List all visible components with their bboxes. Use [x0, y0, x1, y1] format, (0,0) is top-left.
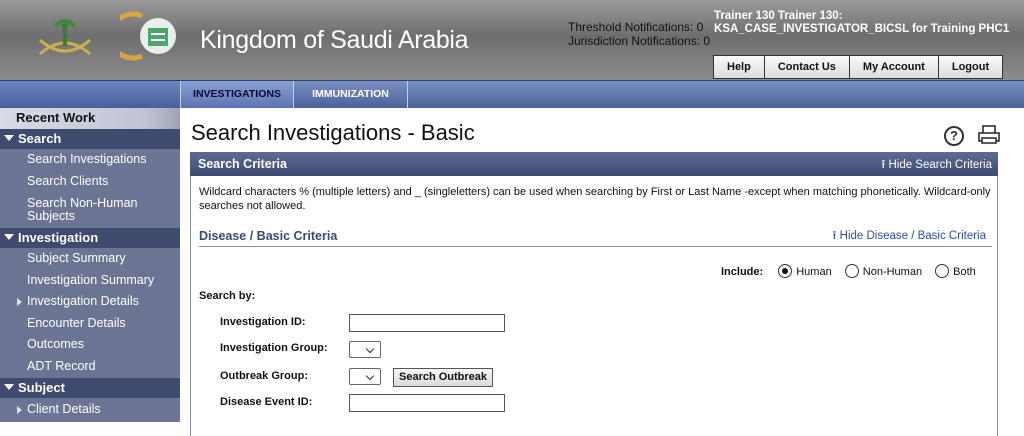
include-options: Include: Human Non-Human Both [721, 264, 986, 278]
contact-us-button[interactable]: Contact Us [764, 56, 850, 78]
hide-search-criteria-label: Hide Search Criteria [888, 159, 992, 171]
search-criteria-panel: Wildcard characters % (multiple letters)… [190, 176, 998, 436]
sidebar-item-subject-summary[interactable]: Subject Summary [27, 252, 177, 265]
sidebar-section-label: Investigation [18, 230, 99, 245]
sidebar-section-label: Subject [18, 380, 65, 395]
radio-non-human-label[interactable]: Non-Human [863, 266, 922, 278]
tab-immunization[interactable]: IMMUNIZATION [294, 81, 408, 108]
collapse-triangle-icon [4, 384, 14, 390]
hide-disease-criteria-label: Hide Disease / Basic Criteria [839, 230, 986, 242]
recent-work-label: Recent Work [16, 110, 96, 125]
logout-button[interactable]: Logout [938, 56, 1003, 78]
my-account-button[interactable]: My Account [849, 56, 939, 78]
tab-bar: INVESTIGATIONS IMMUNIZATION [0, 80, 1024, 108]
investigation-id-input[interactable] [349, 314, 505, 332]
search-criteria-title: Search Criteria [198, 157, 287, 171]
ministry-logo-icon [120, 11, 176, 61]
sidebar-section-search[interactable]: Search [0, 129, 180, 149]
tab-investigations[interactable]: INVESTIGATIONS [180, 81, 294, 108]
investigation-group-label: Investigation Group: [220, 342, 328, 354]
collapse-up-icon: ⭱ [832, 230, 840, 242]
include-label: Include: [721, 266, 764, 278]
sidebar-item-search-clients[interactable]: Search Clients [27, 175, 177, 188]
hide-disease-criteria-link[interactable]: ⭱ Hide Disease / Basic Criteria [832, 228, 986, 247]
tab-bar-spacer [0, 81, 180, 108]
sidebar-item-investigation-details[interactable]: Investigation Details [27, 295, 177, 308]
disease-event-id-input[interactable] [349, 394, 505, 412]
radio-both-label[interactable]: Both [953, 266, 976, 278]
radio-human[interactable] [778, 264, 793, 278]
outbreak-group-select[interactable] [349, 368, 381, 385]
sidebar: Recent Work Search Search Investigations… [0, 108, 180, 422]
disease-criteria-title: Disease / Basic Criteria [199, 229, 338, 243]
radio-human-label[interactable]: Human [796, 266, 831, 278]
help-icon[interactable]: ? [944, 126, 964, 146]
help-button[interactable]: Help [714, 56, 765, 78]
radio-non-human[interactable] [844, 264, 859, 278]
page-title: Search Investigations - Basic [191, 120, 475, 145]
sidebar-item-search-investigations[interactable]: Search Investigations [27, 153, 177, 166]
investigation-group-select[interactable] [349, 341, 381, 358]
sidebar-section-subject[interactable]: Subject [0, 378, 180, 398]
recent-work[interactable]: Recent Work [0, 108, 180, 129]
sidebar-section-investigation[interactable]: Investigation [0, 228, 180, 248]
search-outbreak-button[interactable]: Search Outbreak [393, 368, 494, 387]
search-by-label: Search by: [199, 290, 256, 302]
threshold-notifications[interactable]: Threshold Notifications: 0 [568, 20, 710, 34]
outbreak-group-label: Outbreak Group: [220, 370, 309, 382]
user-name: Trainer 130 Trainer 130: KSA_CASE_INVEST… [714, 10, 1010, 35]
investigation-id-label: Investigation ID: [220, 316, 306, 328]
wildcard-note: Wildcard characters % (multiple letters)… [199, 186, 991, 212]
sidebar-item-adt-record[interactable]: ADT Record [27, 360, 177, 373]
expand-arrow-icon[interactable] [17, 298, 22, 306]
app-header: Kingdom of Saudi Arabia Threshold Notifi… [0, 0, 1024, 80]
collapse-triangle-icon [4, 135, 14, 141]
print-icon[interactable] [978, 125, 1000, 145]
sidebar-item-encounter-details[interactable]: Encounter Details [27, 317, 177, 330]
hide-search-criteria-link[interactable]: ⭱ Hide Search Criteria [881, 157, 992, 176]
sidebar-item-search-non-human-subjects[interactable]: Search Non-Human Subjects [27, 197, 177, 223]
jurisdiction-notifications[interactable]: Jurisdiction Notifications: 0 [568, 34, 710, 48]
saudi-emblem-icon [39, 19, 91, 56]
expand-arrow-icon[interactable] [17, 406, 22, 414]
notifications: Threshold Notifications: 0 Jurisdiction … [568, 20, 710, 48]
sidebar-item-client-details[interactable]: Client Details [27, 403, 177, 416]
collapse-triangle-icon [4, 234, 14, 240]
sidebar-item-outcomes[interactable]: Outcomes [27, 338, 177, 351]
disease-event-id-label: Disease Event ID: [220, 396, 313, 408]
main-content: Search Investigations - Basic ? Search C… [180, 108, 1024, 436]
sidebar-section-label: Search [18, 131, 62, 146]
sidebar-item-investigation-summary[interactable]: Investigation Summary [27, 274, 177, 287]
app-title: Kingdom of Saudi Arabia [200, 26, 469, 54]
header-buttons: Help Contact Us My Account Logout [713, 55, 1004, 79]
divider [199, 246, 992, 247]
search-criteria-header: Search Criteria ⭱ Hide Search Criteria [190, 152, 998, 176]
radio-both[interactable] [935, 264, 950, 278]
